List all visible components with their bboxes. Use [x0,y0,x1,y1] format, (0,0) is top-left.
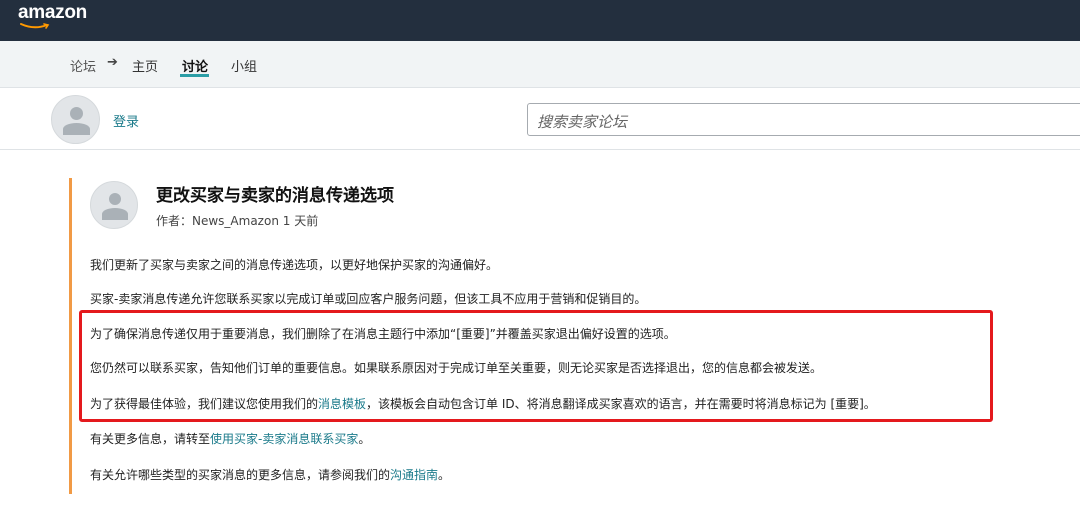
user-bar: 登录 搜索卖家论坛 [0,89,1080,150]
author-avatar-icon[interactable] [90,181,138,229]
post-paragraph: 我们更新了买家与卖家之间的消息传递选项，以更好地保护买家的沟通偏好。 [90,258,499,272]
user-avatar-icon[interactable] [51,95,100,144]
paragraph-text: 为了获得最佳体验，我们建议您使用我们的 [90,397,319,411]
top-header: amazon [0,0,1080,41]
active-tab-indicator [180,74,209,77]
nav-home-tab[interactable]: 主页 [132,56,158,75]
post-paragraph: 为了确保消息传递仅用于重要消息，我们删除了在消息主题行中添加“[重要]”并覆盖买… [90,327,676,341]
amazon-logo[interactable]: amazon [18,2,87,24]
search-input[interactable]: 搜索卖家论坛 [527,103,1080,136]
paragraph-text: 。 [438,468,451,482]
post-paragraph: 有关允许哪些类型的买家消息的更多信息，请参阅我们的沟通指南。 [90,466,450,483]
message-templates-link[interactable]: 消息模板 [318,397,366,411]
post-accent-bar [69,178,72,494]
paragraph-text: 有关允许哪些类型的买家消息的更多信息，请参阅我们的 [90,468,391,482]
post-title: 更改买家与卖家的消息传递选项 [156,186,394,206]
paragraph-text: 有关更多信息，请转至 [90,432,211,446]
forum-nav: 论坛 ➔ 主页 讨论 小组 [0,41,1080,88]
login-link[interactable]: 登录 [113,111,139,130]
nav-forum-link[interactable]: 论坛 [70,56,96,75]
nav-groups-tab[interactable]: 小组 [231,56,257,75]
paragraph-text: 。 [358,432,371,446]
post-paragraph: 您仍然可以联系买家，告知他们订单的重要信息。如果联系原因对于完成订单至关重要，则… [90,361,823,375]
paragraph-text: ，该模板会自动包含订单 ID、将消息翻译成买家喜欢的语言，并在需要时将消息标记为… [366,397,876,411]
post-meta: 作者：News_Amazon 1 天前 [156,214,319,228]
post-paragraph: 买家-卖家消息传递允许您联系买家以完成订单或回应客户服务问题，但该工具不应用于营… [90,292,647,306]
post-paragraph: 有关更多信息，请转至使用买家-卖家消息联系买家。 [90,430,370,447]
arrow-right-icon: ➔ [107,55,118,70]
communication-guidelines-link[interactable]: 沟通指南 [390,468,438,482]
search-placeholder: 搜索卖家论坛 [537,113,628,131]
nav-discussion-tab[interactable]: 讨论 [182,56,208,75]
post-paragraph: 为了获得最佳体验，我们建议您使用我们的消息模板，该模板会自动包含订单 ID、将消… [90,395,876,412]
buyer-seller-messaging-link[interactable]: 使用买家-卖家消息联系买家 [210,432,358,446]
amazon-smile-icon [20,23,50,29]
